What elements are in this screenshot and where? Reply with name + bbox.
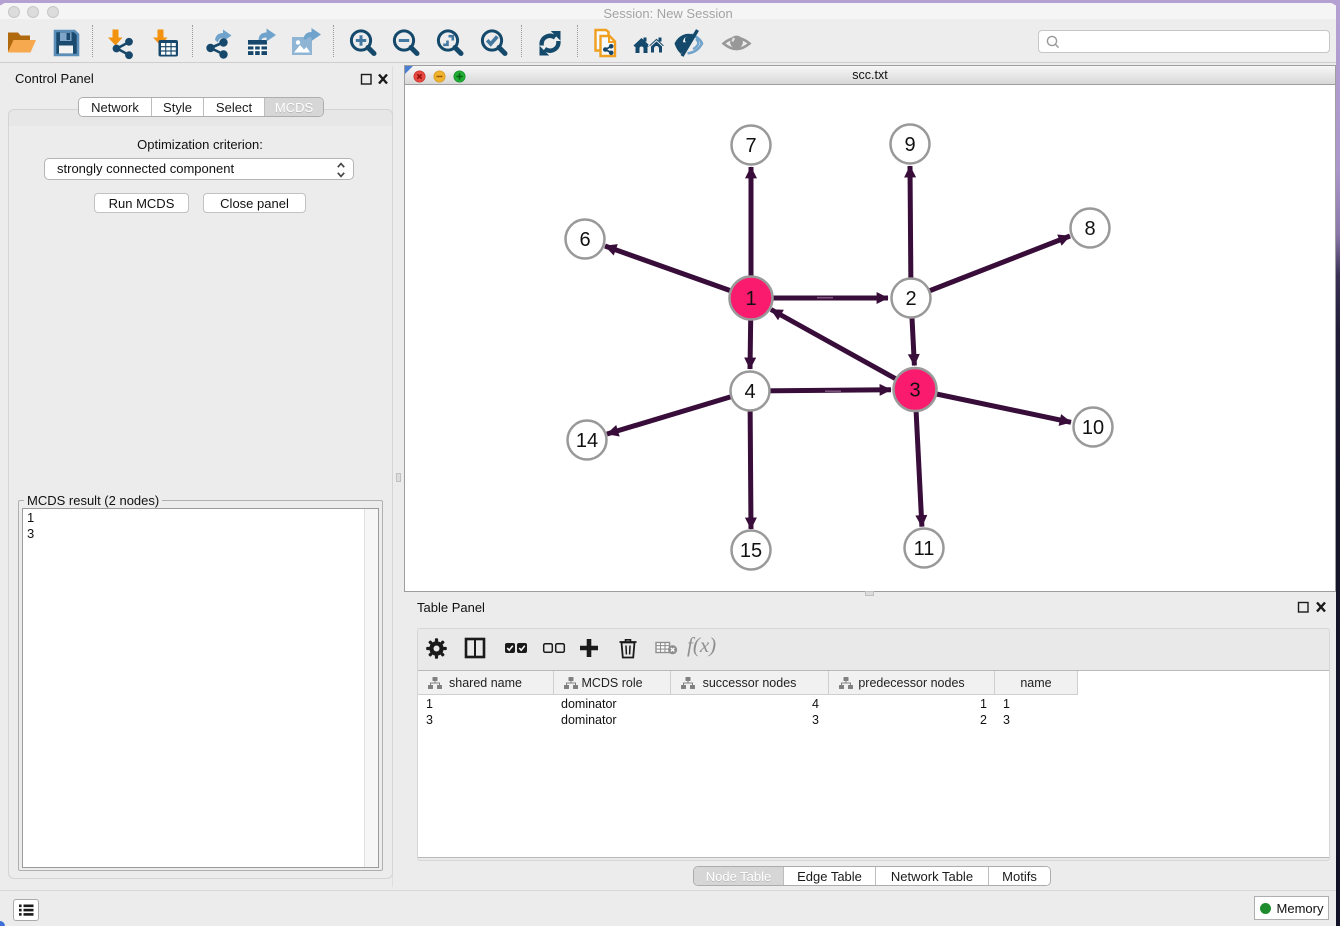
svg-text:2: 2 [905,288,916,310]
svg-text:3: 3 [909,380,920,402]
svg-text:15: 15 [740,540,762,562]
svg-text:9: 9 [904,134,915,156]
svg-text:8: 8 [1084,218,1095,240]
svg-text:6: 6 [579,229,590,251]
svg-text:14: 14 [576,430,598,452]
svg-text:4: 4 [744,381,755,403]
svg-text:10: 10 [1082,417,1104,439]
svg-text:11: 11 [914,538,935,560]
svg-text:1: 1 [745,288,756,310]
svg-text:7: 7 [745,135,756,157]
